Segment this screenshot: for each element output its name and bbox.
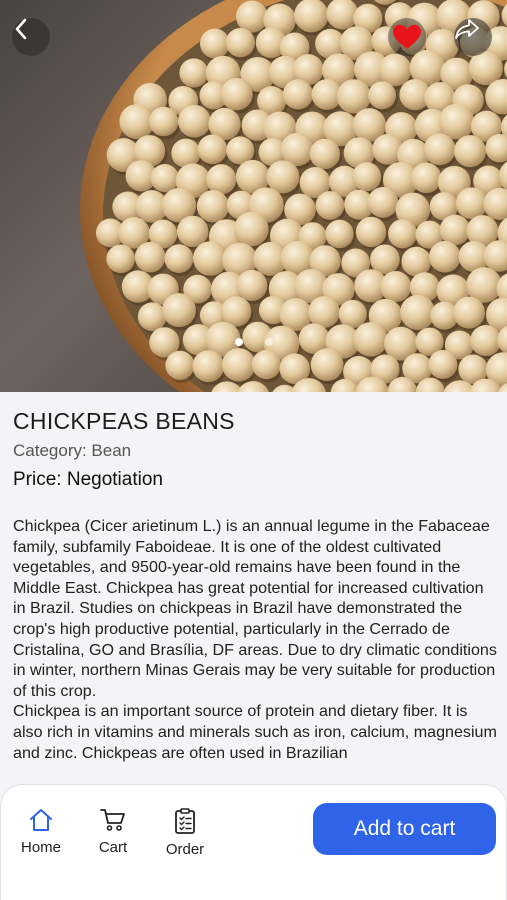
chickpea — [338, 299, 367, 329]
chickpea — [355, 216, 387, 248]
chickpea — [439, 214, 471, 246]
clipboard-icon — [175, 808, 195, 834]
chickpea — [235, 0, 268, 33]
nav-order[interactable]: Order — [161, 807, 209, 858]
chickpea — [225, 28, 255, 58]
chickpea — [206, 164, 237, 195]
chickpea — [134, 241, 166, 273]
chickpea — [428, 350, 458, 380]
chickpea — [282, 79, 314, 110]
carousel-dot[interactable] — [264, 338, 273, 346]
product-description: Chickpea (Cicer arietinum L.) is an annu… — [13, 516, 497, 778]
chickpea — [378, 53, 412, 87]
chickpea — [423, 133, 456, 166]
chickpea — [176, 215, 209, 248]
home-icon — [30, 809, 52, 831]
chickpea — [336, 79, 372, 114]
product-category: Category: Bean — [13, 441, 132, 460]
cart-icon — [100, 809, 125, 831]
chickpea — [236, 269, 268, 301]
chickpea — [164, 244, 194, 274]
chickpeas-photo — [80, 0, 507, 392]
chickpea — [137, 302, 167, 332]
chickpea — [315, 191, 345, 220]
favorite-button[interactable] — [388, 18, 426, 56]
chickpea — [401, 246, 432, 277]
product-detail-screen: CHICKPEAS BEANS Category: Bean Price: Ne… — [0, 0, 507, 900]
chickpea — [179, 58, 209, 88]
chickpea — [380, 271, 412, 303]
chickpea — [148, 106, 179, 137]
chickpea — [233, 211, 269, 247]
back-button[interactable] — [12, 18, 50, 56]
carousel-dot[interactable] — [234, 338, 243, 346]
nav-order-label: Order — [165, 841, 205, 858]
chickpea — [178, 104, 211, 138]
chickpea — [162, 293, 197, 328]
chickpea — [453, 296, 486, 329]
chickpea — [197, 134, 228, 165]
chickpea — [192, 350, 225, 383]
chickpea — [429, 241, 461, 273]
product-info: CHICKPEAS BEANS Category: Bean Price: Ne… — [0, 392, 507, 784]
product-price: Price: Negotiation — [13, 469, 163, 490]
chevron-left-icon — [15, 18, 27, 40]
chickpea — [455, 187, 488, 220]
chickpea — [196, 190, 230, 223]
chickpea — [453, 135, 487, 168]
product-title: CHICKPEAS BEANS — [13, 408, 235, 434]
carousel-indicator — [0, 338, 507, 346]
heart-icon — [388, 18, 426, 56]
product-image[interactable] — [0, 0, 507, 392]
nav-cart-label: Cart — [98, 839, 128, 856]
chickpea — [352, 162, 382, 192]
chickpea — [106, 244, 136, 274]
description-paragraph: Chickpea is an important source of prote… — [13, 702, 497, 762]
nav-home-label: Home — [20, 839, 61, 856]
chickpea — [388, 219, 418, 249]
chickpea — [309, 138, 341, 170]
chickpea — [221, 348, 256, 382]
chickpea — [367, 187, 399, 218]
chickpea — [220, 78, 253, 111]
chickpea — [251, 349, 282, 380]
chickpea — [150, 163, 179, 193]
description-paragraph: Chickpea (Cicer arietinum L.) is an annu… — [13, 517, 497, 700]
chickpea — [308, 296, 340, 328]
chickpea — [165, 350, 195, 380]
share-icon — [455, 19, 479, 39]
bottom-bar: Home Cart Order Add to cart — [0, 784, 507, 900]
add-to-cart-button[interactable]: Add to cart — [313, 803, 496, 855]
chickpea — [310, 348, 344, 382]
nav-home[interactable]: Home — [19, 807, 63, 856]
chickpea — [400, 294, 436, 330]
chickpea — [199, 28, 230, 59]
nav-cart[interactable]: Cart — [93, 807, 133, 856]
chickpea — [410, 162, 442, 194]
chickpea — [325, 219, 354, 249]
share-button[interactable] — [454, 18, 492, 56]
chickpea — [368, 81, 397, 110]
chickpea — [171, 138, 201, 168]
